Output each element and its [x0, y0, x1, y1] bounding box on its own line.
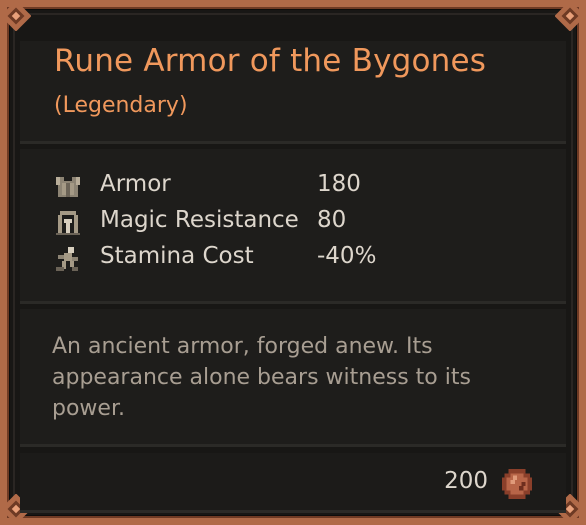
stat-row-stamina-cost: Stamina Cost -40%	[54, 243, 534, 275]
stat-value: 180	[317, 171, 361, 197]
stat-label: Stamina Cost	[100, 243, 254, 269]
price-section: 200	[20, 453, 566, 513]
stat-label: Armor	[100, 171, 171, 197]
item-rarity: (Legendary)	[54, 93, 188, 118]
armor-icon	[56, 177, 80, 197]
magic-resistance-icon	[56, 211, 80, 235]
stat-row-magic-resistance: Magic Resistance 80	[54, 207, 534, 239]
stat-value: -40%	[317, 243, 377, 269]
description-section: An ancient armor, forged anew. Its appea…	[20, 309, 566, 447]
stamina-cost-icon	[56, 247, 78, 271]
title-section: Rune Armor of the Bygones (Legendary)	[20, 41, 566, 144]
item-description: An ancient armor, forged anew. Its appea…	[52, 334, 471, 421]
item-tooltip: Rune Armor of the Bygones (Legendary) Ar…	[0, 0, 586, 525]
stat-value: 80	[317, 207, 347, 233]
frame-corner-ornament	[1, 1, 31, 31]
stat-row-armor: Armor 180	[54, 171, 534, 203]
item-name: Rune Armor of the Bygones	[54, 43, 487, 79]
coin-icon	[502, 469, 532, 499]
stat-label: Magic Resistance	[100, 207, 299, 233]
stats-section: Armor 180 Magic Resistance 80 Stamina Co…	[20, 149, 566, 304]
frame-corner-ornament	[555, 1, 585, 31]
price-value: 200	[444, 468, 488, 494]
